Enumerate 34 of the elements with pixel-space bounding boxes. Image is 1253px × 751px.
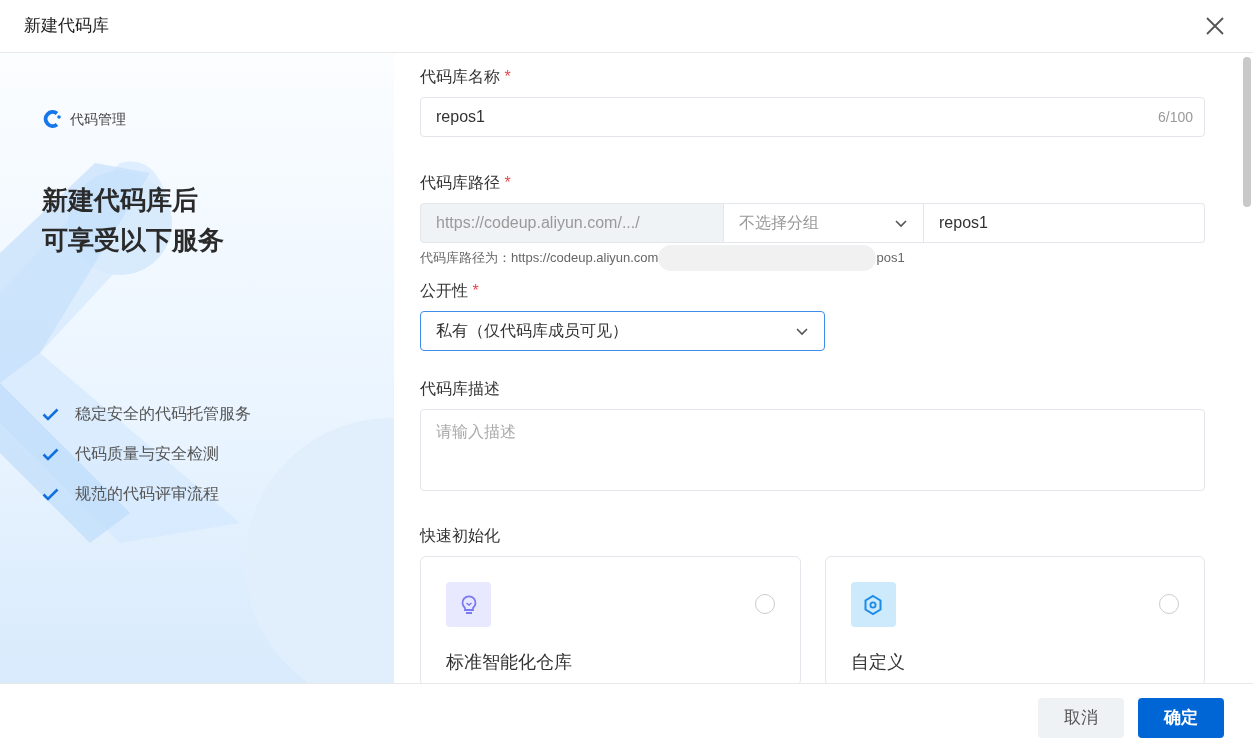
- url-prefix: https://codeup.aliyun.com/.../: [420, 203, 724, 243]
- path-hint: 代码库路径为：https://codeup.aliyun.com: [420, 249, 659, 268]
- brand-name: 代码管理: [70, 109, 126, 129]
- logo-icon: [42, 109, 62, 129]
- required-mark: *: [504, 174, 511, 191]
- description-field[interactable]: 请输入描述: [420, 409, 1205, 491]
- field-label: 公开性: [420, 282, 468, 299]
- feature-text: 规范的代码评审流程: [75, 484, 219, 504]
- field-label: 代码库名称: [420, 68, 500, 85]
- check-icon: [42, 487, 59, 501]
- visibility-select[interactable]: 私有（仅代码库成员可见）: [420, 311, 825, 351]
- path-hint: pos1: [876, 249, 905, 268]
- option-title: 自定义: [850, 651, 906, 674]
- char-counter: 6/100: [1157, 108, 1193, 127]
- option-card[interactable]: 自定义: [824, 556, 1205, 683]
- promo-headline: 可享受以下服务: [42, 224, 225, 257]
- field-label: 代码库描述: [420, 380, 500, 397]
- hexagon-icon: [863, 593, 883, 616]
- option-card[interactable]: 标准智能化仓库: [420, 556, 801, 683]
- check-icon: [42, 407, 59, 421]
- option-title: 标准智能化仓库: [446, 651, 573, 674]
- feature-text: 代码质量与安全检测: [75, 444, 219, 464]
- required-mark: *: [504, 68, 511, 85]
- required-mark: *: [472, 282, 479, 299]
- field-label: 代码库路径: [420, 174, 500, 191]
- cancel-button[interactable]: 取消: [1038, 697, 1124, 738]
- feature-text: 稳定安全的代码托管服务: [75, 404, 251, 424]
- confirm-button[interactable]: 确定: [1138, 697, 1224, 738]
- field-label: 快速初始化: [420, 527, 500, 544]
- promo-headline: 新建代码库后: [42, 184, 199, 217]
- path-field[interactable]: repos1: [924, 203, 1205, 243]
- scrollbar[interactable]: [1243, 57, 1251, 207]
- dialog-title: 新建代码库: [24, 15, 109, 38]
- check-icon: [42, 447, 59, 461]
